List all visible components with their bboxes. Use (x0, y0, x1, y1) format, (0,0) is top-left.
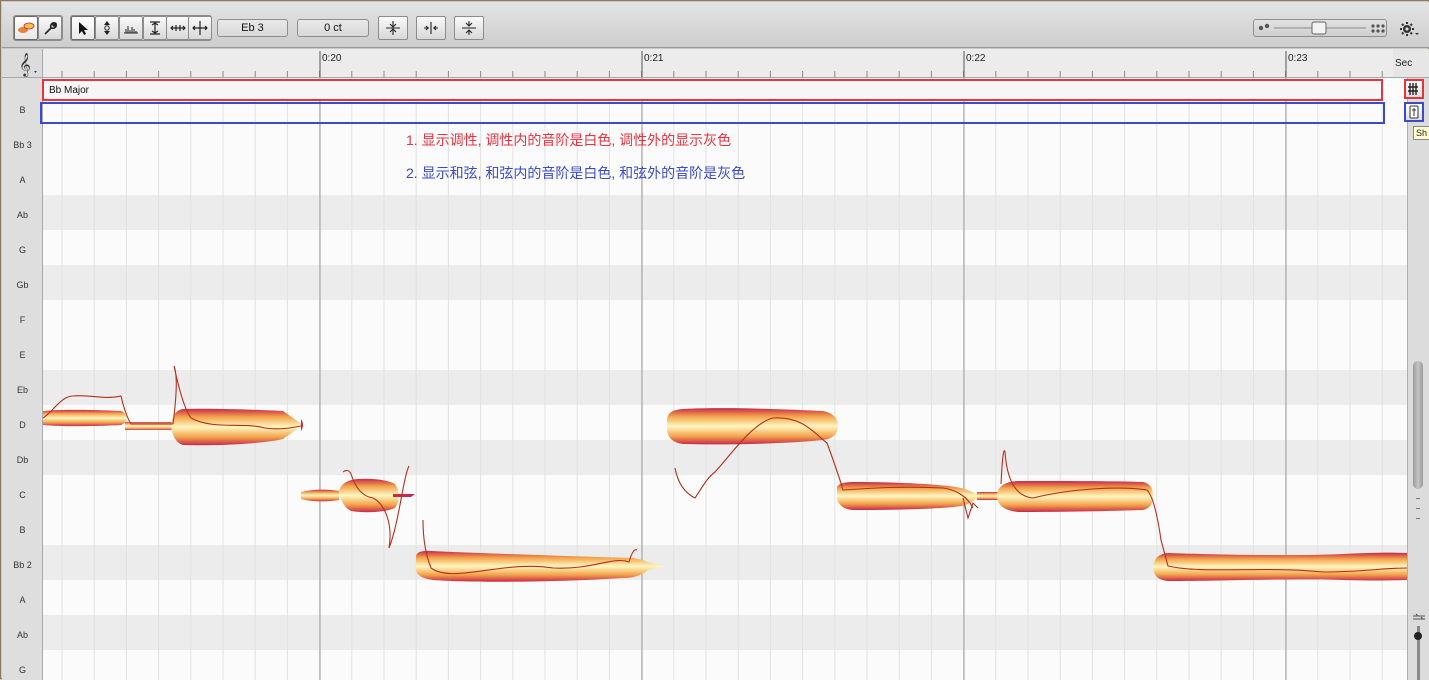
zoom-slider[interactable] (1253, 19, 1387, 37)
quantize-pitch-button[interactable] (378, 16, 408, 40)
pitch-row-band (43, 475, 1407, 510)
scroll-marker (1416, 518, 1420, 519)
time-mark: 0:21 (644, 53, 664, 64)
time-unit-selector[interactable]: Sec (1393, 49, 1429, 78)
timing-tool-button[interactable] (166, 16, 190, 40)
note-blob (1153, 552, 1407, 581)
scale-edit-button[interactable] (1404, 79, 1424, 99)
note-blob (339, 478, 399, 513)
quantize-time-button[interactable] (416, 16, 446, 40)
time-unit-label: Sec (1395, 58, 1413, 69)
time-ruler[interactable]: 0:20 0:21 0:22 0:23 (43, 49, 1393, 78)
time-mark: 0:23 (1288, 53, 1308, 64)
pitch-row-band (43, 510, 1407, 545)
vertical-zoom-icon[interactable] (1412, 613, 1426, 623)
pointer-arrow-icon (79, 22, 88, 35)
annotation-scale-note: 1. 显示调性, 调性内的音阶是白色, 调性外的显示灰色 (406, 132, 732, 148)
note-blob-transition (125, 422, 173, 430)
note-blob-transition (301, 489, 339, 502)
pitch-row-band (43, 370, 1407, 405)
pitch-display-field[interactable]: Eb 3 (217, 19, 288, 37)
time-mark: 0:20 (322, 53, 342, 64)
pitch-label: Bb 2 (13, 560, 32, 570)
scroll-marker (1416, 498, 1420, 499)
settings-tool-button[interactable] (38, 16, 62, 40)
wrench-icon (44, 22, 57, 35)
zoom-slider-track (1258, 21, 1385, 35)
note-assign-button[interactable] (14, 16, 38, 40)
ruler-ticks (61, 51, 1383, 77)
pitch-row-band (43, 615, 1407, 650)
note-blob (43, 409, 127, 427)
separation-tool-button[interactable] (188, 16, 212, 40)
pitch-label: Ab (16, 210, 28, 220)
pitch-row-band (43, 335, 1407, 370)
scale-track[interactable]: Bb Major (42, 79, 1383, 101)
toolbar: Eb 3 0 ct (2, 2, 1429, 48)
gear-icon (1400, 22, 1419, 36)
pitch-label: A (19, 595, 26, 605)
scroll-marker (1416, 508, 1420, 509)
pitch-label: G (18, 665, 26, 675)
timing-tool-icon (170, 25, 186, 31)
pitch-label: A (19, 175, 26, 185)
pitch-label: Ab (16, 630, 28, 640)
pitch-label: D (19, 420, 26, 430)
quantize-pitch-icon (386, 21, 400, 35)
level-amplitude-button[interactable] (454, 16, 484, 40)
scale-key-label: Bb Major (49, 85, 90, 96)
key-signature-icon (1408, 83, 1418, 95)
pitch-ruler[interactable]: B Bb 3 A Ab G Gb F E Eb D Db C B Bb 2 A … (2, 78, 43, 680)
svg-text:𝄞: 𝄞 (19, 52, 31, 77)
pitch-label: C (19, 490, 26, 500)
tooltip: Sh (1413, 126, 1429, 140)
amplitude-tool-button[interactable] (143, 16, 167, 40)
chord-track[interactable] (40, 102, 1385, 124)
pitch-label: Gb (16, 280, 29, 290)
pitch-row-band (43, 300, 1407, 335)
treble-clef-icon: 𝄞 (19, 52, 37, 77)
scrollbar-thumb[interactable] (1413, 361, 1423, 489)
vertical-scrollbar[interactable] (1407, 78, 1429, 680)
separation-tool-icon (192, 21, 208, 35)
amplitude-tool-icon (150, 21, 160, 35)
main-tool-button[interactable] (71, 16, 95, 40)
app-window: Eb 3 0 ct 𝄞 0:20 0:21 0:22 0:23 Sec B Bb… (0, 0, 1429, 680)
note-blob (667, 408, 838, 445)
pitch-tool-icon (104, 21, 110, 35)
formant-tool-icon (124, 26, 138, 34)
pitch-row-band (43, 195, 1407, 230)
pitch-label: F (19, 315, 26, 325)
pitch-label: B (19, 525, 26, 535)
pitch-label: Db (16, 455, 29, 465)
pitch-row-band (43, 650, 1407, 680)
pitch-row-band (43, 440, 1407, 475)
level-amplitude-icon (462, 21, 476, 35)
formant-tool-button[interactable] (119, 16, 143, 40)
pitch-label: Eb (16, 385, 28, 395)
time-mark: 0:22 (966, 53, 986, 64)
clef-button[interactable]: 𝄞 (2, 49, 43, 78)
pitch-label: E (19, 350, 26, 360)
quantize-time-icon (424, 22, 438, 34)
pitch-row-band (43, 230, 1407, 265)
pitch-tool-button[interactable] (95, 16, 119, 40)
pitch-label: Bb 3 (13, 140, 32, 150)
pitch-row-band (43, 580, 1407, 615)
vertical-zoom-knob[interactable] (1414, 632, 1422, 640)
pitch-label: G (18, 245, 26, 255)
chord-track-icon (1409, 105, 1419, 119)
cent-display-field[interactable]: 0 ct (297, 19, 369, 37)
chord-edit-button[interactable] (1404, 102, 1424, 122)
chord-row-label: B (19, 105, 26, 115)
settings-gear-button[interactable] (1398, 20, 1422, 38)
pitch-row-band (43, 265, 1407, 300)
note-blob-icon (18, 22, 35, 33)
annotation-chord-note: 2. 显示和弦, 和弦内的音阶是白色, 和弦外的音阶是灰色 (406, 165, 746, 181)
note-blob (997, 481, 1153, 512)
